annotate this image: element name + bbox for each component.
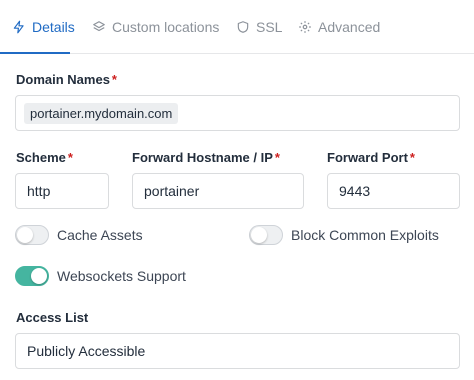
gear-icon [299, 21, 311, 33]
scheme-input[interactable]: http [15, 173, 109, 209]
required-marker: * [274, 150, 280, 165]
tab-details-label: Details [32, 19, 75, 35]
domain-names-label: Domain Names * [16, 72, 117, 87]
forward-port-label: Forward Port * [327, 150, 415, 165]
scheme-label: Scheme * [16, 150, 73, 165]
toggle-knob [31, 268, 47, 284]
toggle-knob [251, 227, 267, 243]
tab-advanced[interactable]: Advanced [298, 0, 380, 54]
zap-icon [13, 20, 24, 34]
required-marker: * [409, 150, 415, 165]
toggle-knob [17, 227, 33, 243]
layers-icon [93, 21, 105, 32]
access-list-select[interactable]: Publicly Accessible [15, 333, 460, 369]
cache-assets-label: Cache Assets [57, 227, 143, 243]
forward-hostname-label: Forward Hostname / IP * [132, 150, 280, 165]
websockets-toggle[interactable] [15, 266, 49, 286]
websockets-toggle-row[interactable]: Websockets Support [15, 266, 186, 286]
required-marker: * [67, 150, 73, 165]
active-tab-indicator [0, 52, 70, 54]
tab-bar: Details Custom locations SSL Advanced [0, 0, 474, 54]
tab-custom-locations[interactable]: Custom locations [92, 0, 219, 54]
access-list-label: Access List [16, 310, 89, 325]
domain-chip[interactable]: portainer.mydomain.com [24, 102, 179, 124]
shield-icon [237, 21, 249, 33]
tab-ssl[interactable]: SSL [236, 0, 282, 54]
forward-hostname-input[interactable]: portainer [132, 173, 304, 209]
websockets-label: Websockets Support [57, 268, 186, 284]
block-exploits-toggle-row[interactable]: Block Common Exploits [249, 225, 439, 245]
tab-ssl-label: SSL [256, 19, 283, 35]
tab-details[interactable]: Details [12, 0, 75, 54]
tab-advanced-label: Advanced [318, 19, 381, 35]
forward-port-input[interactable]: 9443 [327, 173, 460, 209]
cache-assets-toggle[interactable] [15, 225, 49, 245]
block-exploits-toggle[interactable] [249, 225, 283, 245]
tab-custom-locations-label: Custom locations [112, 19, 220, 35]
required-marker: * [111, 72, 117, 87]
domain-names-input[interactable]: portainer.mydomain.com [15, 95, 460, 131]
block-exploits-label: Block Common Exploits [291, 227, 439, 243]
cache-assets-toggle-row[interactable]: Cache Assets [15, 225, 143, 245]
